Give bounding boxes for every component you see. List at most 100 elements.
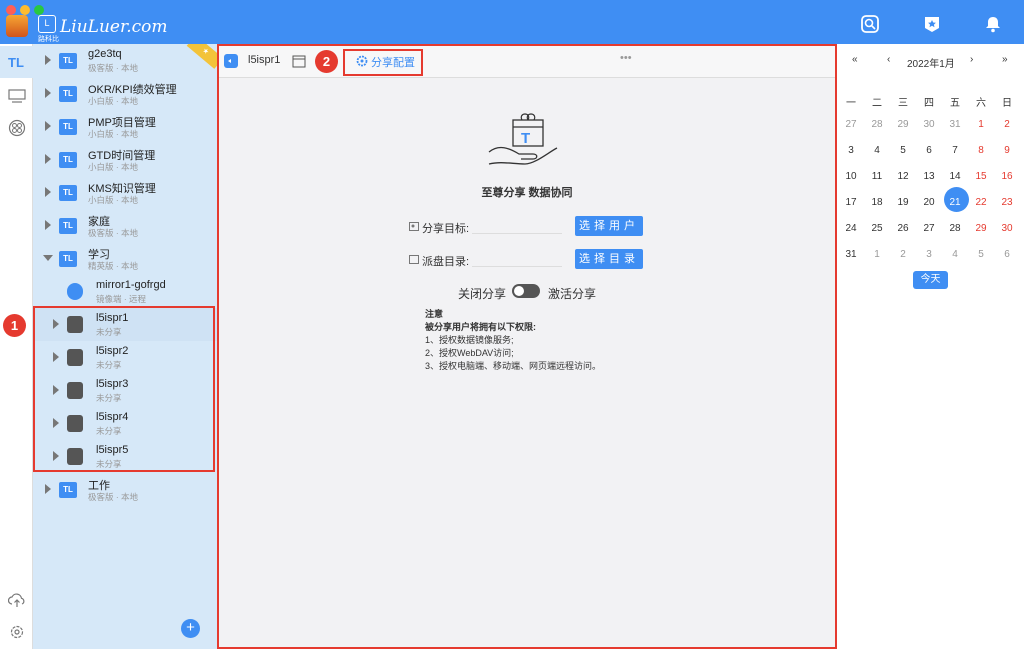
calendar-prev-month-button[interactable]: ‹ [887, 54, 890, 65]
project-icon: TL [59, 119, 77, 135]
calendar-day[interactable]: 4 [864, 138, 890, 164]
gear-icon [10, 625, 23, 639]
calendar-day[interactable]: 13 [916, 164, 942, 190]
left-navigation-bar: TL [0, 44, 33, 649]
tree-item-family[interactable]: TL 家庭 极客版 · 本地 [33, 209, 217, 242]
tree-item-g2e3tq[interactable]: TL g2e3tq 极客版 · 本地 [33, 44, 217, 77]
cloud-upload-button[interactable] [0, 584, 33, 616]
calendar-day[interactable]: 31 [942, 112, 968, 138]
tree-item-meta: 极客版 · 本地 [88, 228, 139, 238]
notification-bell-icon[interactable] [983, 14, 1003, 34]
expand-arrow-icon[interactable] [45, 121, 51, 131]
calendar-day[interactable]: 21 [942, 190, 968, 216]
calendar-day[interactable]: 1 [968, 112, 994, 138]
calendar-day[interactable]: 28 [864, 112, 890, 138]
tree-item-meta: 镜像端 · 远程 [96, 294, 147, 304]
logo-subtitle: 路科比 [38, 36, 59, 43]
favorite-shield-icon[interactable] [922, 14, 942, 34]
tree-item-meta: 小白版 · 本地 [88, 195, 139, 205]
calendar-day[interactable]: 24 [838, 216, 864, 242]
tree-item-kms[interactable]: TL KMS知识管理 小白版 · 本地 [33, 176, 217, 209]
today-button[interactable]: 今天 [913, 271, 948, 289]
maximize-window-button[interactable] [34, 5, 44, 15]
project-icon: TL [59, 86, 77, 102]
calendar-day[interactable]: 30 [994, 216, 1020, 242]
calendar-day[interactable]: 31 [838, 242, 864, 268]
calendar-day[interactable]: 1 [864, 242, 890, 268]
calendar-day[interactable]: 2 [890, 242, 916, 268]
calendar-day[interactable]: 7 [942, 138, 968, 164]
calendar-day[interactable]: 26 [890, 216, 916, 242]
calendar-day[interactable]: 11 [864, 164, 890, 190]
tree-item-label: g2e3tq [88, 48, 122, 60]
calendar-weekday: 五 [950, 98, 960, 109]
tree-icon: TL [8, 55, 24, 70]
calendar-day[interactable]: 8 [968, 138, 994, 164]
calendar-day[interactable]: 20 [916, 190, 942, 216]
calendar-day[interactable]: 23 [994, 190, 1020, 216]
expand-arrow-icon[interactable] [45, 187, 51, 197]
tree-item-meta: 小白版 · 本地 [88, 96, 139, 106]
tree-item-meta: 小白版 · 本地 [88, 129, 139, 139]
calendar-day[interactable]: 19 [890, 190, 916, 216]
tree-item-study[interactable]: TL 学习 精英版 · 本地 [33, 242, 217, 275]
calendar-day[interactable]: 22 [968, 190, 994, 216]
tree-item-gtd[interactable]: TL GTD时间管理 小白版 · 本地 [33, 143, 217, 176]
tree-item-pmp[interactable]: TL PMP项目管理 小白版 · 本地 [33, 110, 217, 143]
tree-item-mirror[interactable]: mirror1-gofrgd 镜像端 · 远程 [33, 275, 217, 308]
nav-tree-button[interactable]: TL [0, 46, 33, 78]
calendar-day[interactable]: 27 [838, 112, 864, 138]
calendar-day[interactable]: 5 [968, 242, 994, 268]
calendar-day[interactable]: 30 [916, 112, 942, 138]
calendar-day[interactable]: 9 [994, 138, 1020, 164]
tree-item-work[interactable]: TL 工作 极客版 · 本地 [33, 473, 217, 506]
expand-arrow-icon[interactable] [45, 88, 51, 98]
calendar-day[interactable]: 29 [890, 112, 916, 138]
tree-item-meta: 精英版 · 本地 [88, 261, 139, 271]
expand-arrow-icon[interactable] [45, 220, 51, 230]
expand-arrow-icon[interactable] [45, 154, 51, 164]
search-icon[interactable] [860, 14, 880, 34]
calendar-day[interactable]: 29 [968, 216, 994, 242]
collapse-arrow-icon[interactable] [43, 255, 53, 261]
add-button[interactable]: + [181, 619, 200, 638]
calendar-day[interactable]: 4 [942, 242, 968, 268]
step-badge-1: 1 [3, 314, 26, 337]
nav-device-button[interactable] [0, 80, 33, 112]
calendar-day[interactable]: 28 [942, 216, 968, 242]
tree-item-okr[interactable]: TL OKR/KPI绩效管理 小白版 · 本地 [33, 77, 217, 110]
project-icon: TL [59, 218, 77, 234]
calendar-weekday: 日 [1002, 98, 1012, 109]
calendar-day[interactable]: 15 [968, 164, 994, 190]
calendar-day[interactable]: 17 [838, 190, 864, 216]
project-icon: TL [59, 152, 77, 168]
calendar-day[interactable]: 3 [916, 242, 942, 268]
calendar-day[interactable]: 3 [838, 138, 864, 164]
logo-text: LiuLuer.com [60, 17, 168, 37]
calendar-day[interactable]: 25 [864, 216, 890, 242]
calendar-weekday: 二 [872, 98, 882, 109]
calendar-prev-year-button[interactable]: « [852, 54, 858, 65]
expand-arrow-icon[interactable] [45, 55, 51, 65]
calendar-day[interactable]: 16 [994, 164, 1020, 190]
calendar-day[interactable]: 18 [864, 190, 890, 216]
nav-app-button[interactable] [0, 112, 33, 144]
calendar-day[interactable]: 2 [994, 112, 1020, 138]
app-grid-icon [8, 119, 25, 137]
calendar-day[interactable]: 5 [890, 138, 916, 164]
calendar-next-month-button[interactable]: › [970, 54, 973, 65]
calendar-day[interactable]: 10 [838, 164, 864, 190]
project-icon: TL [59, 251, 77, 267]
minimize-window-button[interactable] [20, 5, 30, 15]
settings-button[interactable] [0, 616, 33, 648]
calendar-day[interactable]: 6 [916, 138, 942, 164]
calendar-day[interactable]: 6 [994, 242, 1020, 268]
expand-arrow-icon[interactable] [45, 484, 51, 494]
calendar-day[interactable]: 14 [942, 164, 968, 190]
close-window-button[interactable] [6, 5, 16, 15]
tree-item-meta: 极客版 · 本地 [88, 492, 139, 502]
calendar-day[interactable]: 12 [890, 164, 916, 190]
calendar-next-year-button[interactable]: » [1002, 54, 1008, 65]
calendar-day[interactable]: 27 [916, 216, 942, 242]
project-icon: TL [59, 53, 77, 69]
